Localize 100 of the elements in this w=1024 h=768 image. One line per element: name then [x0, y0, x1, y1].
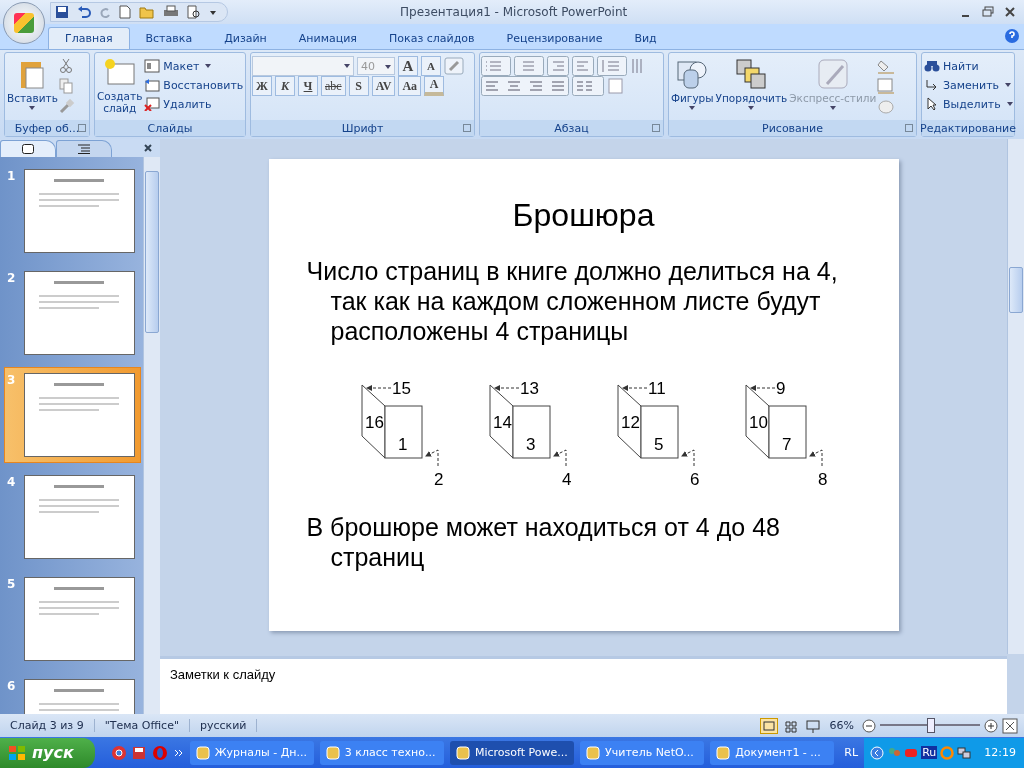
format-button[interactable]: S: [348, 76, 369, 96]
format-button[interactable]: Ч: [298, 76, 318, 96]
decrease-indent-icon[interactable]: [547, 56, 569, 76]
format-button[interactable]: Aa: [398, 76, 422, 96]
find-button[interactable]: Найти: [923, 58, 1014, 74]
numbered-list-icon[interactable]: [514, 56, 544, 76]
brush-icon[interactable]: [58, 98, 75, 114]
align-vertical-icon[interactable]: [607, 76, 625, 96]
app-icon: [195, 745, 210, 760]
page-number: 13: [519, 379, 539, 398]
dialog-launcher-icon[interactable]: [652, 124, 660, 132]
leader-arrow: [680, 449, 694, 467]
taskbar-button[interactable]: 3 класс техно...: [319, 740, 444, 765]
taskbar-button[interactable]: Microsoft Powe...: [450, 740, 575, 765]
restore-icon[interactable]: [982, 6, 994, 18]
page-number: 5: [653, 435, 663, 454]
format-button[interactable]: Ж: [252, 76, 272, 96]
group-label: Рисование: [762, 121, 823, 135]
font-size-step-button[interactable]: A: [398, 56, 418, 76]
scrollbar[interactable]: [1007, 139, 1024, 654]
slideshow-view-icon[interactable]: [803, 717, 822, 734]
scissors-icon[interactable]: [58, 58, 73, 74]
page-number: 4: [561, 470, 571, 489]
language-indicator[interactable]: RL: [844, 746, 859, 759]
office-button[interactable]: [3, 2, 45, 44]
format-button[interactable]: abc: [321, 76, 346, 96]
normal-view-icon[interactable]: [759, 717, 778, 734]
copy-icon[interactable]: [58, 78, 73, 94]
page-number: 15: [391, 379, 411, 398]
reset-button[interactable]: Восстановить: [143, 77, 245, 93]
browser-icon[interactable]: [110, 744, 127, 761]
floppy-icon[interactable]: [132, 744, 147, 761]
line-spacing-icon[interactable]: [597, 56, 627, 76]
clear-formatting-icon[interactable]: [444, 57, 464, 75]
redo-icon[interactable]: [99, 5, 111, 19]
align-text-icon[interactable]: [481, 76, 569, 96]
ribbon-tab[interactable]: Главная: [48, 27, 130, 49]
format-button[interactable]: AV: [371, 76, 396, 96]
status-text: "Тема Office": [94, 719, 190, 732]
clock: 12:19: [984, 746, 1016, 759]
taskbar-button[interactable]: Учитель NetO...: [580, 740, 705, 765]
ribbon-tab[interactable]: Вид: [618, 27, 673, 49]
effects-icon[interactable]: [877, 98, 896, 114]
layout-button[interactable]: Макет: [143, 58, 245, 74]
shapes-button[interactable]: Фигуры: [670, 56, 715, 115]
print-preview-icon[interactable]: [187, 5, 201, 19]
network-icon[interactable]: [957, 745, 972, 760]
ribbon-tab[interactable]: Анимация: [282, 27, 373, 49]
scrollbar[interactable]: [143, 157, 160, 714]
leader-arrow: [424, 449, 438, 467]
close-icon[interactable]: [144, 144, 152, 152]
new-document-icon[interactable]: [119, 5, 131, 19]
language-indicator[interactable]: Ru: [921, 746, 938, 759]
dialog-launcher-icon[interactable]: [463, 124, 471, 132]
printer-icon[interactable]: [163, 5, 179, 19]
slides-tab[interactable]: [0, 140, 56, 157]
font-color-button[interactable]: A: [424, 76, 445, 96]
reset-icon: [144, 78, 161, 92]
font-name-field[interactable]: [252, 56, 354, 76]
new-slide-button[interactable]: Создать слайд: [96, 56, 144, 116]
delete-slide-button[interactable]: Удалить: [143, 96, 245, 112]
slide-title: Брошюра: [512, 197, 655, 234]
dialog-launcher-icon[interactable]: [905, 124, 913, 132]
zoom-in-icon[interactable]: [984, 718, 998, 733]
columns-icon[interactable]: [572, 76, 604, 96]
group-label: Слайды: [147, 121, 193, 135]
dialog-launcher-icon[interactable]: [78, 124, 86, 132]
zoom-percent[interactable]: 66%: [829, 719, 854, 732]
ribbon-tab[interactable]: Показ слайдов: [373, 27, 491, 49]
ribbon-tab[interactable]: Вставка: [129, 27, 209, 49]
group-label: Буфер об...: [14, 121, 80, 135]
delete-slide-icon: [144, 97, 161, 111]
ribbon-tab[interactable]: Дизайн: [208, 27, 283, 49]
replace-button[interactable]: Заменить: [923, 77, 1014, 93]
outline-pen-icon[interactable]: [877, 78, 896, 94]
slide-number: 1: [7, 169, 17, 185]
bullet-list-icon[interactable]: [481, 56, 511, 76]
slider-thumb[interactable]: [927, 718, 935, 733]
opera-icon[interactable]: [152, 744, 168, 761]
zoom-out-icon[interactable]: [862, 718, 876, 733]
list-icon: [78, 144, 90, 154]
arrange-button[interactable]: Упорядочить: [714, 56, 789, 115]
taskbar-button[interactable]: Журналы - Дн...: [189, 740, 314, 765]
taskbar-button[interactable]: Документ1 - ...: [710, 740, 835, 765]
fill-bucket-icon[interactable]: [877, 58, 896, 74]
paste-button[interactable]: Вставить: [6, 56, 59, 115]
folder-icon[interactable]: [139, 5, 155, 19]
increase-indent-icon[interactable]: [572, 56, 594, 76]
select-button[interactable]: Выделить: [923, 96, 1014, 112]
ribbon-tab[interactable]: Рецензирование: [490, 27, 619, 49]
undo-icon[interactable]: [77, 5, 91, 19]
font-size-step-button[interactable]: A: [421, 56, 441, 76]
close-icon[interactable]: [1004, 6, 1016, 18]
chevron-icon[interactable]: [173, 747, 184, 758]
save-icon[interactable]: [55, 5, 69, 19]
format-button[interactable]: К: [275, 76, 295, 96]
slide-paragraph: Число страниц в книге должно делиться на 4, так как на каждом сложенном листе будут расположены 4 страницы: [306, 256, 839, 346]
dropdown-caret-icon[interactable]: [209, 8, 217, 16]
fit-window-icon[interactable]: [1002, 717, 1018, 734]
help-icon[interactable]: [1004, 28, 1020, 44]
